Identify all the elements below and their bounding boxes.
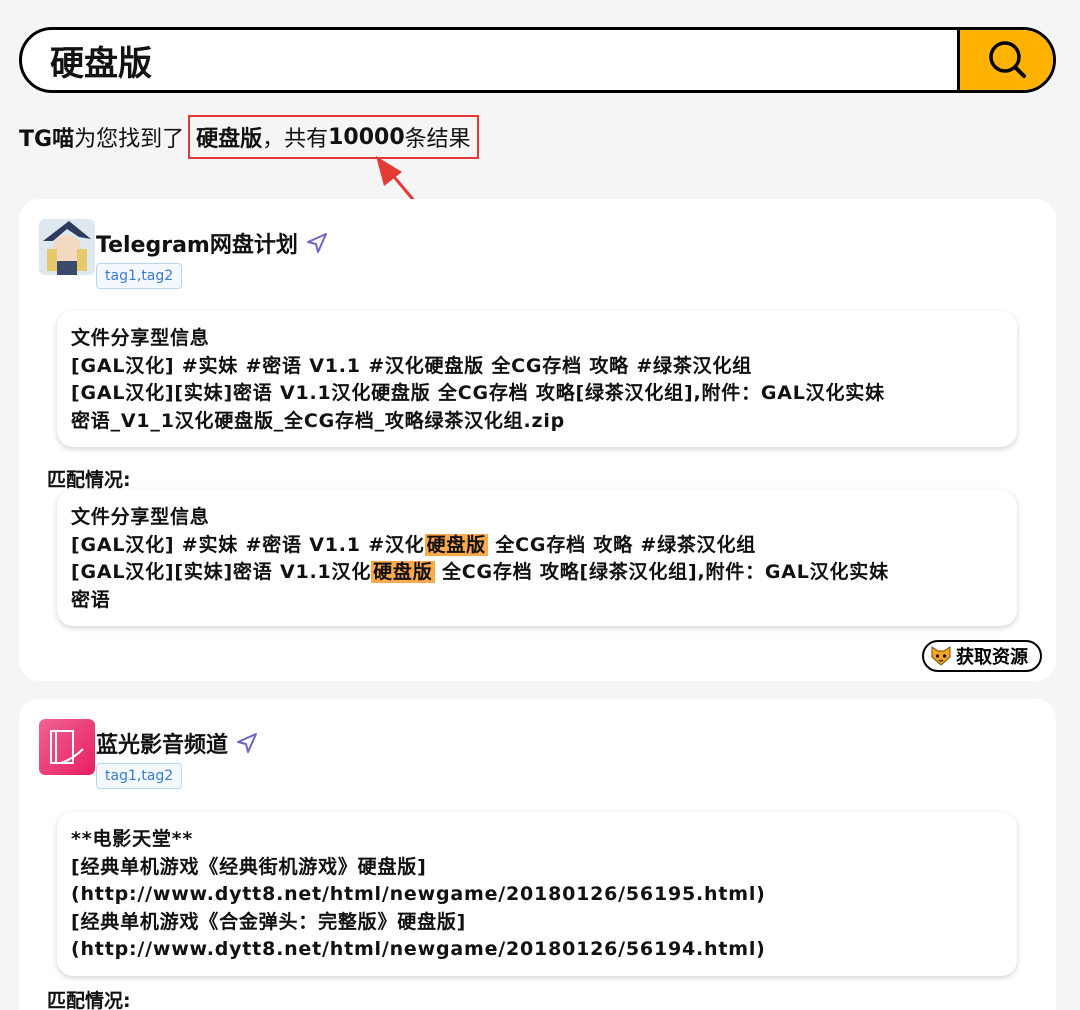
keyword-highlight: 硬盘版 (371, 561, 435, 583)
search-results-page: TG喵 为您找到了 硬盘版 ，共有 10000 条结果 Telegram网盘计划 (0, 0, 1080, 1010)
search-input[interactable] (22, 30, 957, 90)
send-icon[interactable] (236, 732, 258, 754)
match-content: 文件分享型信息 [GAL汉化] #实妹 #密语 V1.1 #汉化 硬盘版 全CG存… (57, 490, 1017, 626)
brand-name: TG喵 (19, 127, 75, 152)
summary-text-before: 为您找到了 (74, 127, 185, 152)
tag-chip[interactable]: tag1,tag2 (96, 263, 183, 289)
result-card: 蓝光影音频道 tag1,tag2 **电影天堂** [经典单机游戏《经典街机游戏… (19, 699, 1056, 1010)
send-icon[interactable] (306, 232, 328, 254)
match-label: 匹配情况: (47, 469, 131, 491)
message-content: **电影天堂** [经典单机游戏《经典街机游戏》硬盘版] (http://www… (57, 812, 1017, 976)
channel-name[interactable]: 蓝光影音频道 (96, 727, 258, 759)
summary-text-after: 条结果 (404, 127, 471, 152)
search-icon (986, 38, 1028, 83)
get-resource-button[interactable]: 获取资源 (922, 640, 1042, 672)
message-content: 文件分享型信息 [GAL汉化] #实妹 #密语 V1.1 #汉化硬盘版 全CG存… (57, 311, 1017, 447)
search-button[interactable] (957, 30, 1053, 90)
keyword-highlight: 硬盘版 (424, 533, 488, 556)
summary-keyword: 硬盘版 (196, 127, 263, 152)
match-label: 匹配情况: (47, 990, 131, 1010)
channel-avatar[interactable] (39, 219, 95, 275)
cat-face-icon (930, 645, 952, 667)
channel-name[interactable]: Telegram网盘计划 (96, 227, 328, 259)
channel-avatar[interactable] (39, 719, 95, 775)
search-bar (19, 27, 1056, 93)
result-card: Telegram网盘计划 tag1,tag2 文件分享型信息 [GAL汉化] #… (19, 199, 1056, 681)
tag-chip[interactable]: tag1,tag2 (96, 763, 183, 789)
summary-text-middle: ，共有 (262, 127, 329, 152)
summary-count: 10000 (328, 124, 405, 150)
